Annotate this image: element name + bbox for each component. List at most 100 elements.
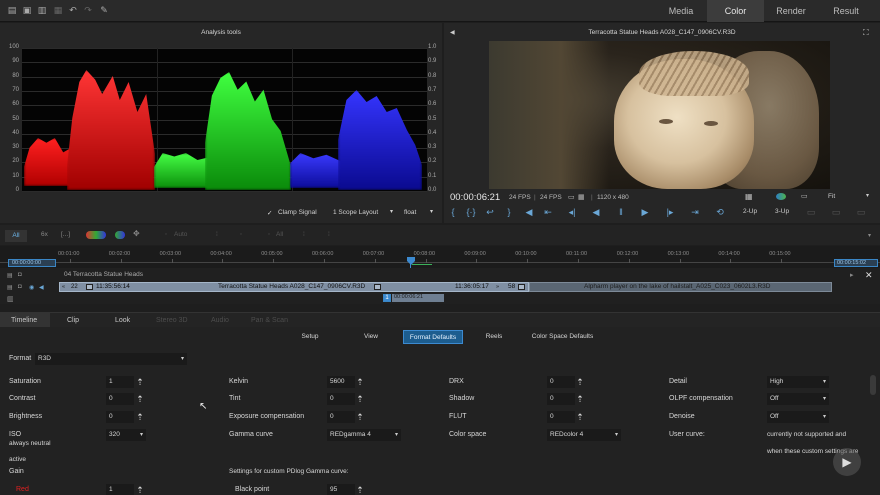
red-gain-input[interactable]: 1 bbox=[106, 484, 134, 495]
tab-media[interactable]: Media bbox=[655, 0, 707, 22]
mark-clip-icon[interactable]: {·} bbox=[465, 206, 477, 218]
tint-reset-icon[interactable]: ⇡ bbox=[355, 393, 365, 405]
move-icon[interactable]: ✥ bbox=[133, 229, 140, 238]
rewind-icon[interactable]: ◀ bbox=[590, 206, 602, 218]
step-back-icon[interactable]: ◂| bbox=[566, 206, 578, 218]
compare-icon[interactable]: ▭ bbox=[805, 206, 817, 218]
resolution-icon[interactable]: ▦ bbox=[578, 193, 585, 201]
track-audio-icon[interactable]: ◀ bbox=[39, 284, 44, 291]
wipe-icon[interactable]: ▭ bbox=[855, 206, 867, 218]
chevron-down-icon[interactable]: ▾ bbox=[868, 232, 871, 239]
tab-render[interactable]: Render bbox=[764, 0, 818, 22]
brightness-input[interactable]: 0 bbox=[106, 411, 134, 423]
format-select[interactable]: R3D ▾ bbox=[35, 353, 187, 365]
fullscreen-icon[interactable]: ⛶ bbox=[863, 28, 869, 38]
timeline-clip-next[interactable]: Alpharm player on the lake of hailstalt_… bbox=[529, 282, 832, 292]
color-mode-icon[interactable] bbox=[776, 193, 786, 200]
undo-icon[interactable]: ↶ bbox=[68, 5, 78, 15]
subtab-color-space-defaults[interactable]: Color Space Defaults bbox=[525, 330, 600, 344]
brightness-reset-icon[interactable]: ⇡ bbox=[135, 411, 145, 423]
tab-pan-scan[interactable]: Pan & Scan bbox=[251, 317, 288, 324]
clamp-signal-label[interactable]: Clamp Signal bbox=[278, 209, 317, 216]
pause-icon[interactable]: ‖ bbox=[615, 206, 627, 218]
trim-icon[interactable]: [...] bbox=[61, 231, 70, 238]
contrast-reset-icon[interactable]: ⇡ bbox=[135, 393, 145, 405]
loop-back-icon[interactable]: ↩ bbox=[484, 206, 496, 218]
play-icon[interactable]: ▶ bbox=[639, 206, 651, 218]
track-icon[interactable]: ▤ bbox=[7, 272, 13, 279]
kelvin-reset-icon[interactable]: ⇡ bbox=[355, 376, 365, 388]
exposure-reset-icon[interactable]: ⇡ bbox=[355, 411, 365, 423]
track-visible-icon[interactable]: ◉ bbox=[29, 284, 34, 291]
color-tools-icon[interactable] bbox=[86, 231, 106, 239]
all-filter-button[interactable]: All bbox=[276, 231, 283, 238]
video-track-icon[interactable]: ▤ bbox=[7, 284, 13, 291]
export-icon[interactable]: ▦ bbox=[53, 5, 63, 15]
mark-out-icon[interactable]: } bbox=[503, 206, 515, 218]
subtab-setup[interactable]: Setup bbox=[292, 330, 328, 344]
audio-icon[interactable]: ◀ bbox=[523, 206, 535, 218]
black-point-input[interactable]: 95 bbox=[327, 484, 355, 495]
flag-icon[interactable]: ⁞ bbox=[328, 231, 330, 238]
iso-select[interactable]: 320 ▾ bbox=[106, 429, 146, 441]
step-forward-icon[interactable]: |▸ bbox=[664, 206, 676, 218]
drx-reset-icon[interactable]: ⇡ bbox=[575, 376, 585, 388]
timeline-clip-active[interactable]: « 22 11:35:56:14 Terracotta Statue Heads… bbox=[59, 282, 529, 292]
fit-select[interactable]: Fit bbox=[828, 193, 835, 200]
saturation-input[interactable]: 1 bbox=[106, 376, 134, 388]
close-icon[interactable]: ✕ bbox=[865, 270, 873, 281]
timeline-ruler[interactable] bbox=[0, 246, 880, 268]
saturation-reset-icon[interactable]: ⇡ bbox=[135, 376, 145, 388]
tab-look[interactable]: Look bbox=[115, 317, 130, 324]
grid-view-icon[interactable]: ▦ bbox=[745, 192, 753, 201]
marker-icon[interactable]: ⁞ bbox=[303, 231, 305, 238]
mark-in-icon[interactable]: { bbox=[447, 206, 459, 218]
all-tracks-button[interactable]: All bbox=[5, 230, 27, 242]
speed-button[interactable]: 6x bbox=[41, 231, 48, 238]
flut-reset-icon[interactable]: ⇡ bbox=[575, 411, 585, 423]
lock-icon[interactable]: ◦ bbox=[165, 231, 167, 238]
checkmark-icon[interactable]: ✓ bbox=[267, 209, 272, 217]
subtab-reels[interactable]: Reels bbox=[480, 330, 508, 344]
detail-select[interactable]: High ▾ bbox=[767, 376, 829, 388]
track-settings-icon[interactable]: ▥ bbox=[7, 295, 14, 303]
subtab-view[interactable]: View bbox=[356, 330, 386, 344]
view-3up-button[interactable]: 3-Up bbox=[775, 208, 789, 215]
scope-layout-select[interactable]: 1 Scope Layout bbox=[333, 209, 378, 216]
track-lock-icon[interactable]: ◘ bbox=[18, 284, 22, 290]
color-wheel-icon[interactable] bbox=[115, 231, 125, 239]
chevron-down-icon[interactable]: ▾ bbox=[430, 208, 433, 215]
track-expand-icon[interactable]: ▸ bbox=[850, 271, 854, 279]
tab-timeline[interactable]: Timeline bbox=[11, 317, 37, 324]
shadow-input[interactable]: 0 bbox=[547, 393, 575, 405]
settings-wrench-icon[interactable]: ✎ bbox=[99, 5, 109, 15]
denoise-select[interactable]: Off ▾ bbox=[767, 411, 829, 423]
save-project-icon[interactable]: ▥ bbox=[37, 5, 47, 15]
tab-result[interactable]: Result bbox=[818, 0, 874, 22]
play-overlay-icon[interactable]: ▶ bbox=[833, 448, 861, 476]
tab-stereo-3d[interactable]: Stereo 3D bbox=[156, 317, 188, 324]
olpf-select[interactable]: Off ▾ bbox=[767, 393, 829, 405]
open-project-icon[interactable]: ▣ bbox=[22, 5, 32, 15]
tab-clip[interactable]: Clip bbox=[67, 317, 79, 324]
loop-icon[interactable]: ⟲ bbox=[714, 206, 726, 218]
red-gain-reset-icon[interactable]: ⇡ bbox=[135, 484, 145, 495]
shadow-reset-icon[interactable]: ⇡ bbox=[575, 393, 585, 405]
aspect-icon[interactable]: ▭ bbox=[801, 192, 808, 200]
drx-input[interactable]: 0 bbox=[547, 376, 575, 388]
split-icon[interactable]: ▭ bbox=[830, 206, 842, 218]
float-select[interactable]: float bbox=[404, 209, 416, 216]
tint-input[interactable]: 0 bbox=[327, 393, 355, 405]
tab-audio[interactable]: Audio bbox=[211, 317, 229, 324]
new-project-icon[interactable]: ▤ bbox=[7, 5, 17, 15]
black-point-reset-icon[interactable]: ⇡ bbox=[355, 484, 365, 495]
tab-color[interactable]: Color bbox=[707, 0, 764, 22]
exposure-input[interactable]: 0 bbox=[327, 411, 355, 423]
auto-button[interactable]: Auto bbox=[174, 231, 187, 238]
go-to-end-icon[interactable]: ⇥ bbox=[689, 206, 701, 218]
gamma-curve-select[interactable]: REDgamma 4 ▾ bbox=[327, 429, 401, 441]
track-lock-icon[interactable]: ◘ bbox=[18, 272, 22, 278]
view-2up-button[interactable]: 2-Up bbox=[743, 208, 757, 215]
snap-icon[interactable]: ◦ bbox=[240, 231, 242, 238]
kelvin-input[interactable]: 5600 bbox=[327, 376, 355, 388]
